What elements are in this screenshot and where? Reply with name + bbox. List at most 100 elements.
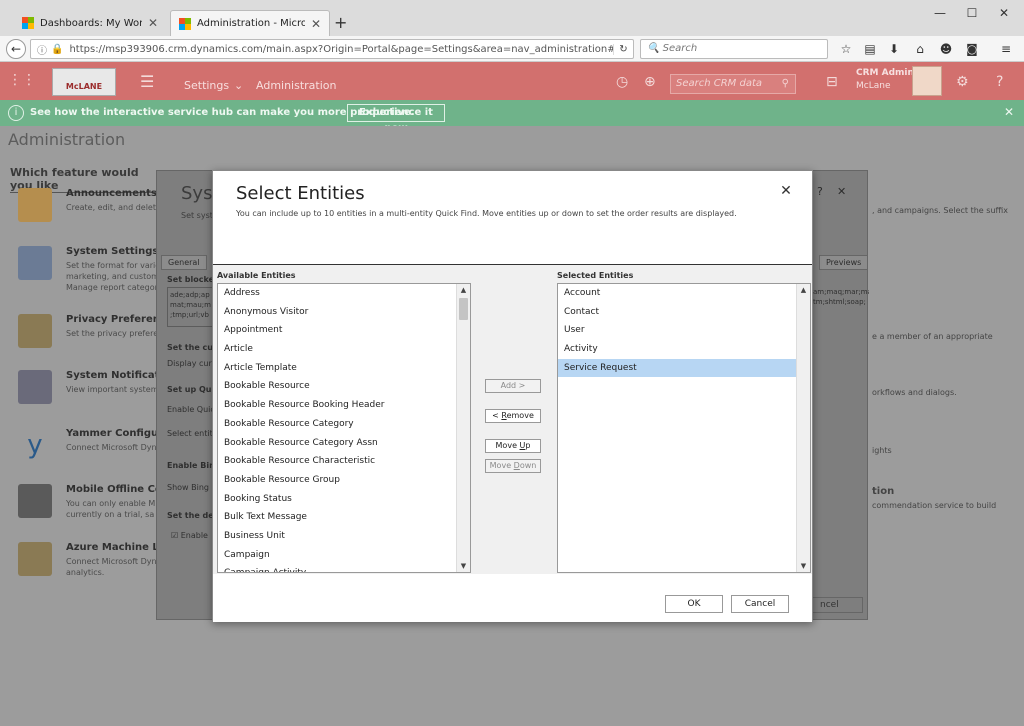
list-item[interactable]: Campaign: [218, 546, 470, 565]
notification-bar: i See how the interactive service hub ca…: [0, 100, 1024, 134]
tab-dashboards[interactable]: Dashboards: My Work - M... ✕: [14, 10, 166, 36]
settings-label: Enable Quic: [167, 405, 215, 414]
list-item[interactable]: Campaign Activity: [218, 564, 470, 572]
feature-desc-right: e a member of an appropriate: [872, 332, 993, 341]
selected-entities-list[interactable]: Account Contact User Activity Service Reques…: [557, 283, 811, 573]
list-item[interactable]: Contact: [558, 303, 810, 322]
feature-desc: Create, edit, and delete: [66, 203, 161, 212]
chat-icon[interactable]: ☻: [938, 42, 954, 56]
address-bar[interactable]: ⓘ 🔒 https://msp393906.crm.dynamics.com/m…: [30, 39, 634, 59]
available-entities-list[interactable]: Address Anonymous Visitor Appointment Artic…: [217, 283, 471, 573]
list-item[interactable]: Business Unit: [218, 527, 470, 546]
app-launcher-icon[interactable]: ⋮⋮: [8, 72, 36, 90]
scrollbar[interactable]: ▲ ▼: [456, 284, 470, 572]
list-item[interactable]: Bookable Resource Category: [218, 415, 470, 434]
scroll-thumb[interactable]: [459, 298, 468, 320]
remove-button[interactable]: < Remove: [485, 409, 541, 423]
breadcrumb-administration[interactable]: Administration: [256, 79, 337, 92]
list-item[interactable]: User: [558, 321, 810, 340]
advanced-find-icon[interactable]: ⊟: [826, 74, 838, 90]
list-item[interactable]: Activity: [558, 340, 810, 359]
list-item[interactable]: Bookable Resource: [218, 377, 470, 396]
microsoft-logo-icon: [22, 17, 34, 29]
hamburger-menu-icon[interactable]: ☰: [140, 72, 154, 91]
list-item[interactable]: Booking Status: [218, 490, 470, 509]
feature-title: Azure Machine Le: [66, 542, 166, 553]
menu-icon[interactable]: ≡: [998, 42, 1014, 56]
list-item[interactable]: Bookable Resource Category Assn: [218, 434, 470, 453]
list-item[interactable]: Bookable Resource Characteristic: [218, 452, 470, 471]
feature-title: Announcements: [66, 188, 157, 199]
pocket-icon[interactable]: ◙: [964, 42, 980, 56]
list-item[interactable]: Bulk Text Message: [218, 508, 470, 527]
close-icon[interactable]: ✕: [779, 183, 793, 199]
create-new-icon[interactable]: ⊕: [644, 74, 656, 90]
gear-icon[interactable]: ⚙: [956, 74, 969, 90]
close-icon[interactable]: ✕: [311, 17, 321, 31]
feature-desc-right: , and campaigns. Select the suffix: [872, 206, 1008, 215]
tab-previews[interactable]: Previews: [819, 255, 869, 270]
list-item[interactable]: Anonymous Visitor: [218, 303, 470, 322]
list-item[interactable]: Service Request: [558, 358, 810, 378]
selected-entities-header: Selected Entities: [557, 271, 634, 280]
dialog-body: Available Entities Address Anonymous Visi…: [213, 264, 812, 574]
close-icon[interactable]: ✕: [148, 16, 158, 30]
list-item[interactable]: Bookable Resource Group: [218, 471, 470, 490]
star-icon[interactable]: ☆: [838, 42, 854, 56]
info-icon[interactable]: ⓘ: [37, 42, 47, 57]
maximize-icon[interactable]: ☐: [962, 6, 982, 20]
move-up-button[interactable]: Move Up: [485, 439, 541, 453]
reload-icon[interactable]: ↻: [613, 43, 633, 55]
select-entities-dialog: Select Entities You can include up to 10…: [212, 170, 813, 622]
info-icon: i: [8, 105, 24, 121]
list-item[interactable]: Article: [218, 340, 470, 359]
close-icon[interactable]: ✕: [1004, 105, 1014, 119]
enable-checkbox[interactable]: ☑ Enable: [171, 531, 208, 540]
download-icon[interactable]: ⬇: [886, 42, 902, 56]
scroll-down-icon[interactable]: ▼: [797, 560, 810, 572]
crm-search-input[interactable]: Search CRM data ⚲: [670, 74, 796, 94]
breadcrumb-settings[interactable]: Settings: [184, 79, 229, 92]
minimize-icon[interactable]: —: [930, 6, 950, 20]
lock-icon: 🔒: [51, 43, 64, 55]
ok-button[interactable]: OK: [665, 595, 723, 613]
announcements-icon: [18, 188, 52, 222]
feature-desc: View important system: [66, 385, 159, 394]
list-item[interactable]: Account: [558, 284, 810, 303]
chevron-down-icon[interactable]: ⌄: [234, 79, 243, 92]
scrollbar[interactable]: ▲ ▼: [796, 284, 810, 572]
feature-title-right: tion: [872, 486, 895, 497]
help-icon[interactable]: ?: [996, 74, 1003, 90]
cancel-button[interactable]: ncel: [807, 597, 863, 613]
feature-desc-right: commendation service to build: [872, 501, 997, 510]
browser-search-input[interactable]: 🔍 Search: [640, 39, 828, 59]
scroll-down-icon[interactable]: ▼: [457, 560, 470, 572]
add-button[interactable]: Add >: [485, 379, 541, 393]
home-icon[interactable]: ⌂: [912, 42, 928, 56]
window-close-icon[interactable]: ✕: [994, 6, 1014, 20]
close-icon[interactable]: ✕: [837, 185, 846, 198]
access-key: U: [519, 441, 526, 450]
back-arrow-icon[interactable]: ←: [6, 39, 26, 59]
tab-administration[interactable]: Administration - Microsof... ✕: [170, 10, 330, 36]
move-down-button[interactable]: Move Down: [485, 459, 541, 473]
company-logo[interactable]: McLANE: [52, 68, 116, 96]
scroll-up-icon[interactable]: ▲: [797, 284, 810, 296]
list-item[interactable]: Article Template: [218, 359, 470, 378]
list-item[interactable]: Address: [218, 284, 470, 303]
feature-title: Yammer Configur: [66, 428, 164, 439]
scroll-up-icon[interactable]: ▲: [457, 284, 470, 296]
new-tab-button[interactable]: +: [334, 13, 347, 32]
help-icon[interactable]: ?: [817, 185, 823, 198]
tab-general[interactable]: General: [161, 255, 207, 270]
experience-it-now-button[interactable]: Experience it now: [347, 104, 445, 134]
list-item[interactable]: Appointment: [218, 321, 470, 340]
search-icon[interactable]: ⚲: [782, 75, 789, 93]
reading-list-icon[interactable]: ▤: [862, 42, 878, 56]
cancel-button[interactable]: Cancel: [731, 595, 789, 613]
avatar[interactable]: [912, 66, 942, 96]
user-name[interactable]: CRM Admin: [856, 67, 914, 79]
list-item[interactable]: Bookable Resource Booking Header: [218, 396, 470, 415]
recent-items-icon[interactable]: ◷: [616, 74, 628, 90]
dialog-title: Select Entities: [236, 183, 365, 204]
